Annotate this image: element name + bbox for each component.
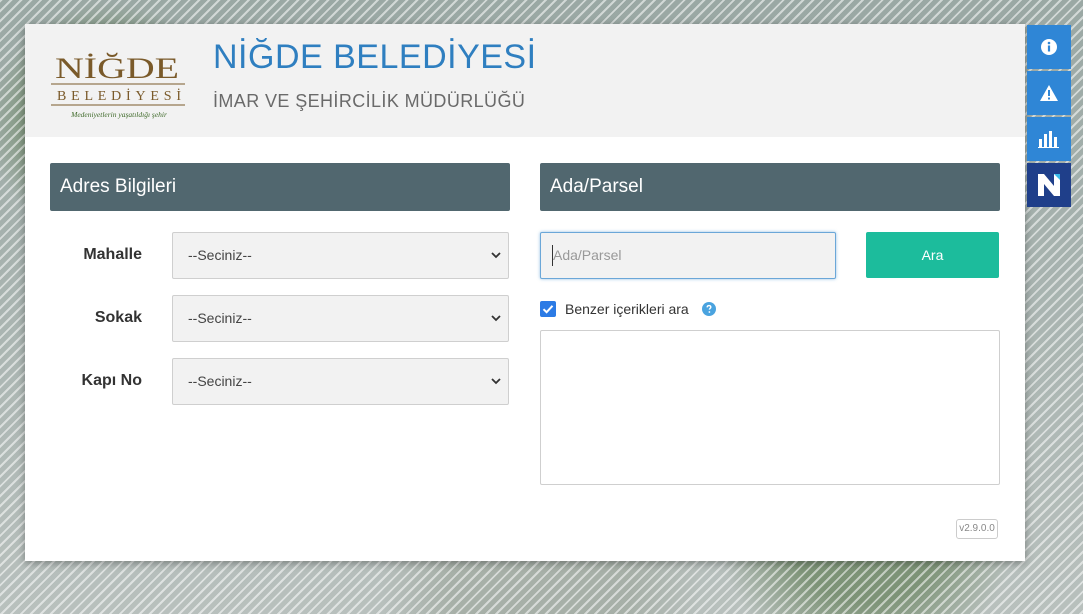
- sokak-select-value: --Seciniz--: [188, 310, 252, 326]
- statistics-button[interactable]: [1027, 117, 1071, 161]
- chevron-down-icon: [491, 252, 501, 259]
- page-subtitle: İMAR VE ŞEHİRCİLİK MÜDÜRLÜĞÜ: [213, 91, 526, 111]
- checkmark-icon: [542, 305, 554, 314]
- parcel-section-header: Ada/Parsel: [540, 163, 1000, 211]
- logo-tagline: Medeniyetlerin yaşatıldığı şehir: [70, 110, 167, 119]
- mahalle-label: Mahalle: [83, 246, 142, 263]
- logo-sub: BELEDİYESİ: [57, 88, 181, 104]
- mahalle-select[interactable]: --Seciniz--: [172, 232, 509, 279]
- logo-name: NİĞDE: [55, 52, 179, 85]
- chevron-down-icon: [491, 378, 501, 385]
- kapi-no-select-value: --Seciniz--: [188, 373, 252, 389]
- mahalle-select-value: --Seciniz--: [188, 247, 252, 263]
- address-section-header: Adres Bilgileri: [50, 163, 510, 211]
- kapi-no-select[interactable]: --Seciniz--: [172, 358, 509, 405]
- info-icon: [1041, 39, 1057, 55]
- netcad-button[interactable]: [1027, 163, 1071, 207]
- netcad-logo-icon: [1038, 174, 1060, 196]
- version-badge: v2.9.0.0: [956, 519, 998, 539]
- bar-chart-icon: [1038, 131, 1059, 148]
- search-results-box[interactable]: [540, 330, 1000, 485]
- question-circle-icon[interactable]: [702, 302, 716, 316]
- similar-content-checkbox[interactable]: [540, 301, 556, 317]
- warning-button[interactable]: [1027, 71, 1071, 115]
- main-panel: NİĞDE BELEDİYESİ Medeniyetlerin yaşatıld…: [25, 24, 1025, 561]
- info-button[interactable]: [1027, 25, 1071, 69]
- parcel-input[interactable]: Ada/Parsel: [540, 232, 836, 279]
- search-button[interactable]: Ara: [866, 232, 999, 278]
- sokak-label: Sokak: [94, 309, 142, 326]
- page-title: NİĞDE BELEDİYESİ: [213, 38, 537, 76]
- similar-content-label: Benzer içerikleri ara: [565, 301, 689, 317]
- warning-icon: [1040, 85, 1058, 101]
- chevron-down-icon: [491, 315, 501, 322]
- parcel-input-placeholder: Ada/Parsel: [553, 247, 622, 263]
- header: NİĞDE BELEDİYESİ Medeniyetlerin yaşatıld…: [25, 24, 1025, 137]
- sokak-select[interactable]: --Seciniz--: [172, 295, 509, 342]
- kapi-no-label: Kapı No: [81, 372, 142, 389]
- municipality-logo: NİĞDE BELEDİYESİ Medeniyetlerin yaşatıld…: [49, 38, 189, 122]
